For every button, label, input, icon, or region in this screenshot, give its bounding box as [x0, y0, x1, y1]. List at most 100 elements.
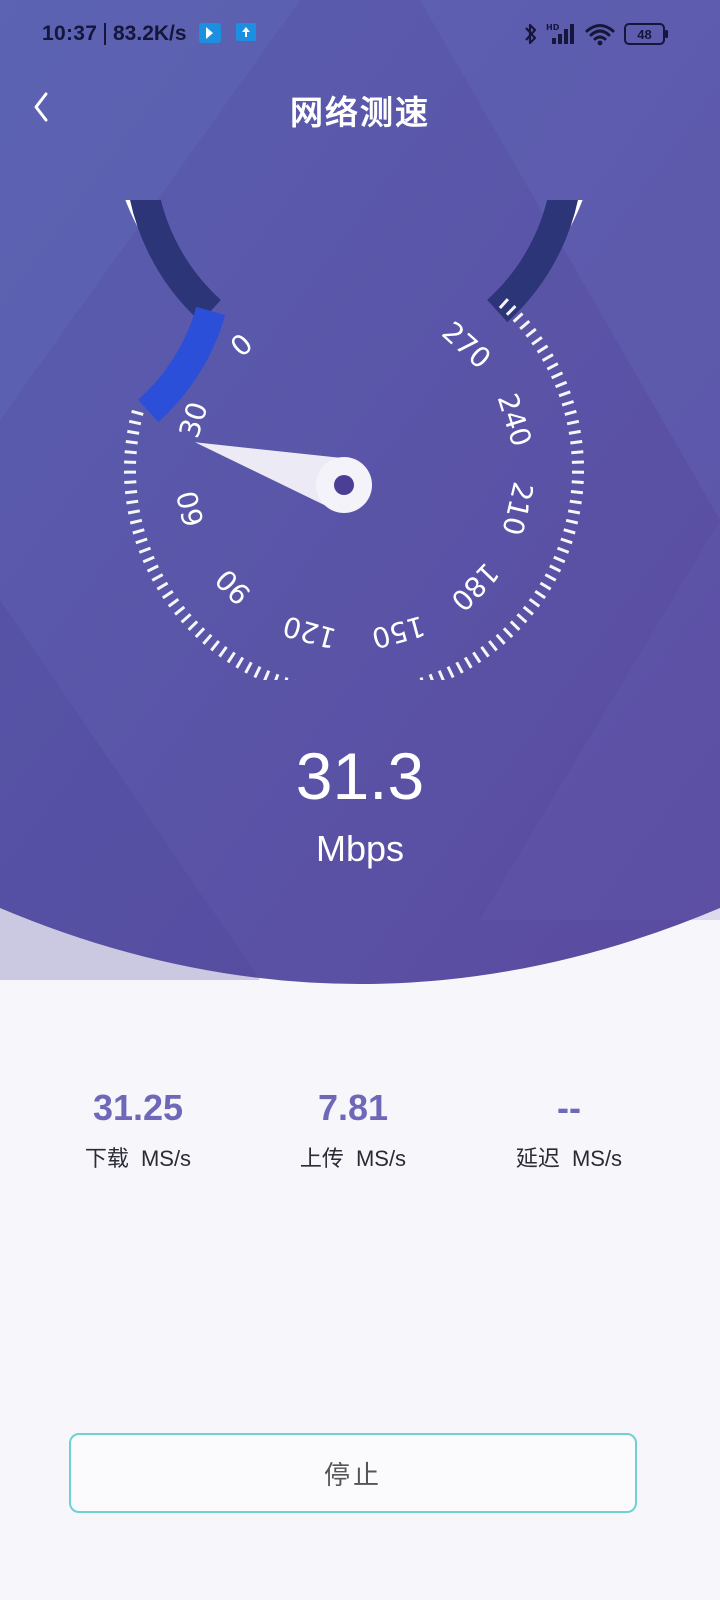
gauge-minor-tick [128, 419, 142, 426]
gauge-track [130, 200, 578, 323]
upload-stat: 7.81 上传 MS/s [233, 1085, 473, 1173]
gauge-minor-tick [488, 640, 498, 652]
gauge-tick-label: 0 [224, 327, 259, 363]
gauge-minor-tick [131, 409, 144, 416]
network-speed: 83.2K/s [113, 22, 187, 45]
gauge-minor-tick [455, 661, 464, 674]
gauge-tick-label: 210 [495, 479, 539, 539]
download-label: 下载 MS/s [18, 1141, 258, 1173]
gauge-minor-tick [539, 581, 552, 591]
gauge-minor-tick [124, 450, 137, 455]
gauge-minor-tick [244, 661, 253, 674]
gauge-minor-tick [174, 605, 186, 616]
gauge-minor-tick [446, 666, 455, 679]
gauge-tick-label: 150 [368, 609, 428, 655]
svg-text:HD: HD [546, 23, 560, 32]
gauge-minor-tick [135, 537, 148, 545]
gauge-minor-tick [142, 555, 155, 564]
battery-icon: 48 [624, 23, 668, 45]
download-label-text: 下载 [84, 1146, 129, 1171]
download-unit: MS/s [140, 1146, 192, 1171]
gauge-minor-tick [124, 490, 138, 495]
gauge-minor-tick [129, 518, 143, 525]
download-value: 31.25 [92, 1087, 184, 1128]
current-speed-unit: Mbps [315, 828, 405, 869]
gauge-minor-tick [226, 651, 236, 664]
gauge-minor-tick [568, 429, 581, 435]
latency-unit: MS/s [571, 1146, 623, 1171]
upload-label: 上传 MS/s [233, 1141, 473, 1173]
gauge-minor-tick [146, 564, 159, 573]
gauge-minor-tick [531, 336, 543, 346]
gauge-minor-tick [210, 640, 220, 652]
gauge-minor-tick [463, 656, 473, 669]
status-time: 10:37 [42, 22, 98, 45]
gauge-minor-tick [534, 589, 547, 600]
gauge-minor-tick [567, 509, 581, 515]
gauge-minor-tick [561, 400, 575, 407]
gauge-tick-label: 270 [435, 315, 497, 375]
gauge-tick-label: 240 [491, 389, 538, 450]
gauge-minor-tick [541, 353, 554, 362]
gauge-minor-tick [544, 573, 557, 582]
gauge-minor-tick [428, 673, 434, 680]
gauge-minor-tick [560, 537, 573, 545]
gauge-minor-tick [127, 509, 141, 515]
stop-button[interactable]: 停止 [69, 1433, 637, 1513]
gauge-minor-tick [218, 646, 228, 658]
download-stat: 31.25 下载 MS/s [18, 1085, 258, 1173]
gauge-minor-tick [528, 597, 541, 608]
gauge-minor-tick [138, 546, 152, 554]
gauge-minor-tick [569, 499, 582, 505]
gauge-minor-tick [253, 666, 262, 679]
gauge-minor-tick [235, 656, 245, 669]
gauge-minor-tick [274, 673, 280, 680]
gauge-minor-tick [563, 528, 576, 535]
gauge-minor-tick [566, 419, 580, 426]
gauge-minor-tick [419, 677, 424, 680]
gauge-tick-label: 30 [173, 398, 215, 442]
gauge-tick-label: 120 [279, 609, 339, 655]
gauge-minor-tick [522, 605, 534, 616]
gauge-minor-tick [125, 440, 138, 445]
gauge-minor-tick [554, 380, 568, 389]
speed-gauge: 030 60 90 120 150 180 210 240 270 [123, 200, 585, 680]
header: 网络测速 [0, 68, 720, 148]
gauge-minor-tick [124, 480, 137, 484]
upload-unit: MS/s [355, 1146, 407, 1171]
gauge-minor-tick [570, 490, 584, 495]
gauge-minor-tick [553, 555, 566, 564]
gauge-progress-arc [138, 306, 226, 423]
gauge-minor-tick [564, 409, 577, 416]
latency-value: -- [557, 1087, 581, 1128]
wifi-icon [585, 24, 615, 46]
gauge-minor-tick [156, 581, 169, 591]
gauge-minor-tick [132, 528, 145, 535]
gauge-minor-tick [558, 390, 571, 398]
gauge-minor-tick [161, 589, 174, 600]
gauge-tick-label: 60 [170, 488, 210, 530]
gauge-minor-tick [509, 620, 521, 631]
latency-stat: -- 延迟 MS/s [449, 1085, 689, 1173]
gauge-minor-tick [472, 651, 482, 664]
gauge-minor-tick [263, 670, 271, 680]
gauge-minor-tick [570, 440, 583, 445]
gauge-minor-tick [167, 597, 180, 608]
gauge-minor-tick [516, 613, 528, 624]
current-speed-value: 31.3 [295, 739, 425, 813]
gauge-needle-hub-center [334, 475, 354, 495]
gauge-minor-tick [126, 499, 139, 505]
app-notification-icon [199, 23, 221, 43]
gauge-minor-tick [151, 573, 164, 582]
gauge-minor-tick [546, 362, 559, 371]
gauge-minor-tick [549, 564, 562, 573]
hd-signal-icon: HD [546, 23, 574, 44]
gauge-minor-tick [187, 620, 199, 631]
gauge-minor-tick [519, 319, 531, 331]
upload-notification-icon [236, 23, 256, 41]
gauge-minor-tick [525, 327, 537, 338]
gauge-minor-tick [550, 371, 564, 380]
gauge-minor-tick [284, 677, 289, 680]
upload-label-text: 上传 [299, 1146, 344, 1171]
bluetooth-icon [525, 23, 537, 45]
